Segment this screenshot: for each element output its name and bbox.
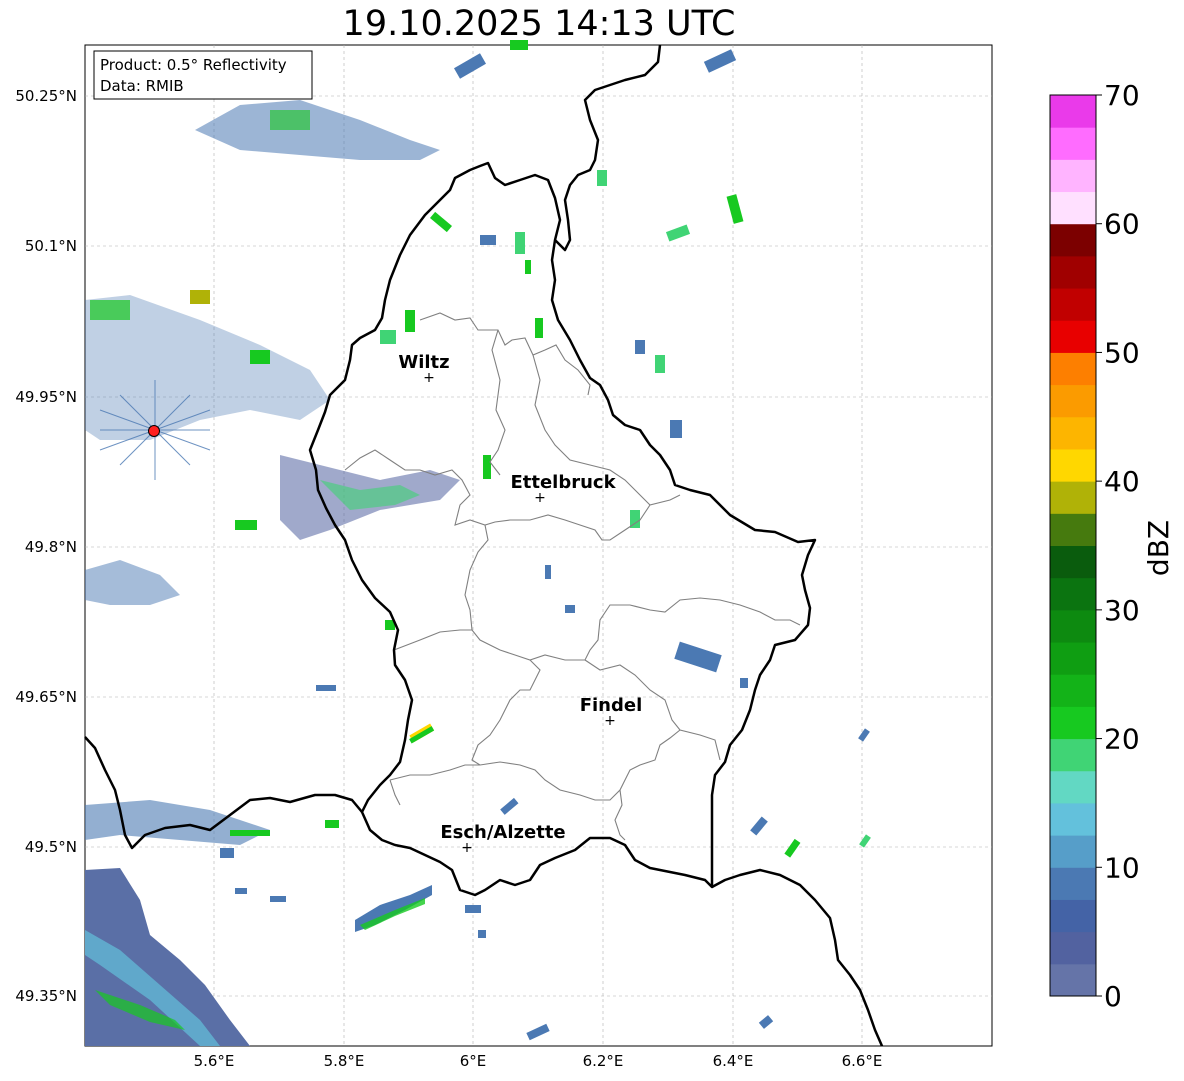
echo-cell (726, 194, 744, 224)
product-info-box: Product: 0.5° Reflectivity Data: RMIB (93, 50, 313, 100)
echo-cell (235, 520, 257, 530)
lat-tick-label: 49.35°N (15, 987, 77, 1005)
echo-cell (270, 110, 310, 130)
echo-cell (674, 641, 722, 673)
lon-tick-label: 5.6°E (194, 1052, 235, 1070)
lat-tick-label: 49.8°N (25, 538, 77, 556)
echo-cell (220, 848, 234, 858)
echo-cell (784, 838, 801, 858)
echo-cell (635, 340, 645, 354)
lon-tick-label: 6.6°E (842, 1052, 883, 1070)
echo-cell (525, 260, 531, 274)
echo-cell (510, 40, 528, 50)
echo-cell (758, 1015, 774, 1029)
echo-cell (565, 605, 575, 613)
lat-tick-label: 49.95°N (15, 388, 77, 406)
lon-tick-label: 6.4°E (713, 1052, 754, 1070)
echo-cell (250, 350, 270, 364)
radar-echoes (85, 40, 871, 1046)
echo-cell (270, 896, 286, 902)
city-marker-esch-alzette: + Esch/Alzette (440, 822, 565, 856)
echo-cell (535, 318, 543, 338)
product-label: Product: 0.5° Reflectivity (100, 56, 287, 74)
echo-cell (515, 232, 525, 254)
gridlines (85, 45, 992, 1046)
radar-site-marker (148, 425, 160, 437)
echo-cell (190, 290, 210, 304)
lat-tick-label: 49.5°N (25, 838, 77, 856)
lat-tick-label: 50.25°N (15, 87, 77, 105)
echo-cell (665, 224, 691, 242)
map-frame (84, 44, 993, 1047)
data-source-label: Data: RMIB (100, 77, 184, 95)
radar-map: + Wiltz + Ettelbruck + Findel + Esch/Alz… (15, 40, 993, 1070)
echo-cell (325, 820, 339, 828)
germany-border-north (554, 44, 662, 252)
germany-france-border-south (711, 868, 884, 1047)
echo-cell (478, 930, 486, 938)
city-marker-ettelbruck: + Ettelbruck (510, 472, 616, 506)
lon-tick-label: 6°E (460, 1052, 487, 1070)
city-label-findel: Findel (580, 695, 643, 716)
echo-cell (545, 565, 551, 579)
city-label-wiltz: Wiltz (398, 352, 449, 373)
lon-tick-label: 5.8°E (324, 1052, 365, 1070)
canton-boundaries (344, 312, 801, 841)
echo-cell (740, 678, 748, 688)
luxembourg-border (308, 161, 817, 897)
city-label-ettelbruck: Ettelbruck (510, 472, 616, 493)
echo-cell (859, 834, 871, 848)
echo-cell (465, 905, 481, 913)
lat-tick-label: 49.65°N (15, 688, 77, 706)
longitude-tick-labels: 5.6°E 5.8°E 6°E 6.2°E 6.4°E 6.6°E (194, 1052, 883, 1070)
echo-cell (380, 330, 396, 344)
lon-tick-label: 6.2°E (583, 1052, 624, 1070)
echo-cell (230, 830, 270, 836)
echo-cell (858, 728, 870, 742)
lat-tick-label: 50.1°N (25, 237, 77, 255)
echo-cell (670, 420, 682, 438)
echo-cell (655, 355, 665, 373)
echo-cluster-north (195, 100, 440, 160)
echo-cell (597, 170, 607, 186)
echo-cell (483, 455, 491, 479)
echo-cell (90, 300, 130, 320)
echo-cell (454, 53, 486, 79)
echo-cell (235, 888, 247, 894)
echo-cluster-far-west (85, 560, 180, 605)
city-label-esch-alzette: Esch/Alzette (440, 822, 565, 843)
echo-cell (750, 816, 768, 836)
echo-cell (703, 49, 737, 73)
city-marker-wiltz: + Wiltz (398, 352, 449, 386)
echo-cell (480, 235, 496, 245)
echo-cell (405, 310, 415, 332)
latitude-tick-labels: 50.25°N 50.1°N 49.95°N 49.8°N 49.65°N 49… (15, 87, 77, 1005)
echo-cell (430, 211, 452, 233)
echo-cell (316, 685, 336, 691)
echo-cell (526, 1023, 550, 1041)
echo-cell (500, 797, 519, 815)
city-marker-findel: + Findel (580, 695, 643, 729)
